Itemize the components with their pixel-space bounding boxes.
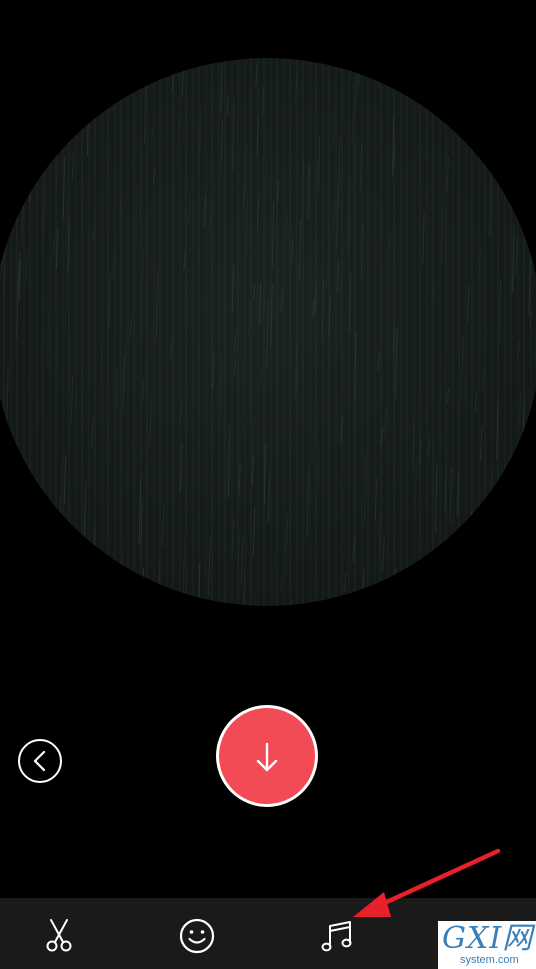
music-tool-button[interactable] [315, 912, 359, 956]
watermark-main-text: GXI网 [442, 921, 534, 956]
screen: GXI网 system.com [0, 0, 536, 969]
sticker-tool-button[interactable] [175, 912, 219, 956]
watermark-sub-text: system.com [460, 954, 519, 966]
arrow-down-icon [256, 742, 278, 772]
smiley-icon [179, 918, 215, 954]
download-button[interactable] [216, 705, 318, 807]
cut-tool-button[interactable] [37, 912, 81, 956]
watermark-logo: GXI网 system.com [438, 921, 536, 969]
rain-texture [0, 58, 536, 606]
chevron-left-icon [33, 750, 46, 772]
video-preview [0, 58, 536, 606]
back-button[interactable] [18, 739, 62, 783]
scissors-icon [46, 919, 72, 952]
music-note-icon [321, 921, 352, 952]
